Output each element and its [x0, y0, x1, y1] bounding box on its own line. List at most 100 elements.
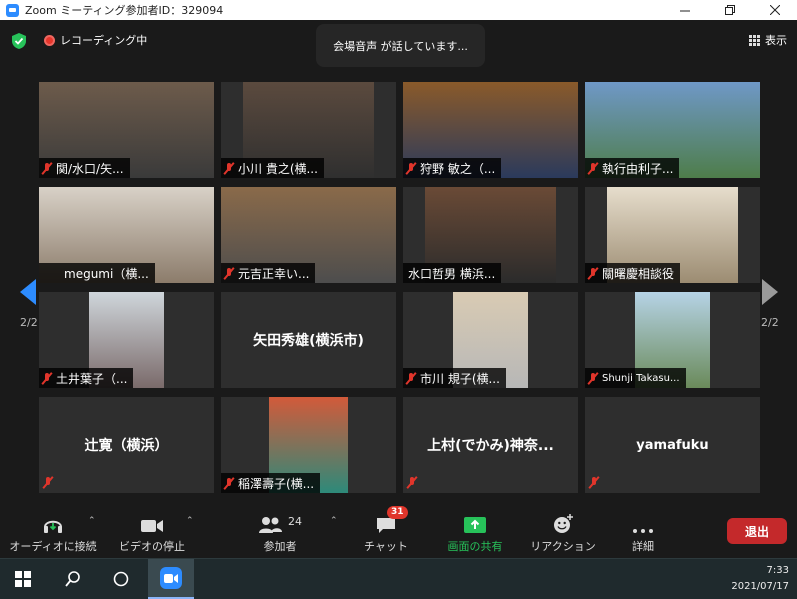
- minimize-button[interactable]: [662, 0, 707, 20]
- participant-name: 水口哲男 横浜...: [408, 266, 496, 281]
- participant-name-label: 稲澤壽子(横...: [221, 473, 321, 493]
- participant-tile[interactable]: megumi（横...: [39, 187, 214, 283]
- more-label: 詳細: [632, 540, 654, 553]
- minimize-icon: [679, 10, 690, 12]
- task-view-button[interactable]: [98, 559, 144, 599]
- stop-video-label: ビデオの停止: [119, 540, 185, 553]
- participant-tile[interactable]: 小川 貴之(横...: [221, 82, 396, 178]
- arrow-right-icon: [761, 278, 778, 305]
- participant-name-label: Shunji Takasu...: [585, 368, 686, 388]
- leave-meeting-button[interactable]: 退出: [727, 518, 787, 544]
- participant-tile[interactable]: 執行由利子...: [585, 82, 760, 178]
- participant-name: 関/水口/矢...: [56, 161, 124, 176]
- start-button[interactable]: [0, 559, 46, 599]
- participant-name-center: 上村(でかみ)神奈...: [427, 438, 554, 454]
- participant-tile[interactable]: 狩野 敏之（...: [403, 82, 578, 178]
- recording-indicator[interactable]: レコーディング中: [44, 32, 147, 48]
- more-button[interactable]: 詳細: [618, 512, 668, 554]
- participant-tile[interactable]: 関/水口/矢...: [39, 82, 214, 178]
- participant-name: 小川 貴之(横...: [238, 161, 318, 176]
- chat-button[interactable]: 31 チャット: [356, 506, 416, 554]
- system-clock[interactable]: 7:33 2021/07/17: [731, 563, 789, 595]
- mic-muted-icon: [224, 162, 234, 175]
- participant-name-label: 土井葉子（...: [39, 368, 134, 388]
- mic-muted-icon: [406, 162, 416, 175]
- windows-logo-icon: [15, 571, 31, 587]
- active-speaker-text: 会場音声 が話しています...: [333, 39, 468, 53]
- audio-options-caret-icon[interactable]: ⌃: [88, 516, 96, 526]
- close-icon: [769, 5, 780, 15]
- arrow-left-icon: [19, 278, 36, 305]
- active-speaker-banner: 会場音声 が話しています...: [316, 24, 485, 67]
- participant-name-center: 矢田秀雄(横浜市): [253, 333, 364, 349]
- participant-name: Shunji Takasu...: [602, 372, 680, 384]
- participant-name-label: 關曙慶相談役: [585, 263, 681, 283]
- restore-icon: [724, 5, 735, 15]
- view-button[interactable]: 表示: [749, 32, 787, 48]
- share-screen-icon: [464, 517, 486, 533]
- mic-muted-icon: [42, 162, 52, 175]
- mic-muted-icon: [588, 162, 598, 175]
- mic-muted-icon: [406, 372, 416, 385]
- participant-tile[interactable]: 稲澤壽子(横...: [221, 397, 396, 493]
- security-shield-icon[interactable]: [10, 32, 28, 50]
- participant-tile[interactable]: 辻寛（横浜）: [39, 397, 214, 493]
- more-dots-icon: [633, 529, 653, 533]
- participant-name-label: megumi（横...: [39, 263, 155, 283]
- participant-tile[interactable]: 上村(でかみ)神奈...: [403, 397, 578, 493]
- participant-name: 關曙慶相談役: [602, 266, 675, 281]
- video-options-caret-icon[interactable]: ⌃: [186, 516, 194, 526]
- share-screen-button[interactable]: 画面の共有: [438, 512, 512, 554]
- reactions-button[interactable]: リアクション: [528, 512, 598, 554]
- participant-name-center: 辻寛（横浜）: [84, 438, 169, 454]
- meeting-topbar: レコーディング中 会場音声 が話しています... 表示: [0, 20, 797, 67]
- share-screen-label: 画面の共有: [447, 540, 503, 553]
- participant-name-label: 市川 規子(横...: [403, 368, 506, 388]
- participant-tile[interactable]: yamafuku: [585, 397, 760, 493]
- mic-muted-icon: [588, 267, 598, 280]
- mic-muted-icon: [42, 372, 52, 385]
- participants-icon: [259, 517, 282, 533]
- smiley-reaction-icon: [554, 514, 573, 533]
- maximize-button[interactable]: [707, 0, 752, 20]
- view-label: 表示: [765, 34, 787, 47]
- meeting-area: レコーディング中 会場音声 が話しています... 表示 2/2 2/2 関/水口…: [0, 20, 797, 558]
- participant-name-label: 関/水口/矢...: [39, 158, 130, 178]
- mic-muted-icon: [588, 372, 598, 385]
- participant-name-label: 水口哲男 横浜...: [403, 263, 502, 283]
- grid-view-icon: [749, 34, 760, 46]
- participant-tile[interactable]: 水口哲男 横浜...: [403, 187, 578, 283]
- page-indicator-left: 2/2: [20, 316, 38, 329]
- chat-label: チャット: [364, 540, 408, 553]
- task-view-icon: [113, 571, 129, 587]
- search-button[interactable]: [50, 559, 96, 599]
- participant-tile[interactable]: Shunji Takasu...: [585, 292, 760, 388]
- participants-button[interactable]: 24 参加者: [250, 512, 310, 554]
- participant-tile[interactable]: 元吉正幸い...: [221, 187, 396, 283]
- window-controls: [662, 0, 797, 20]
- join-audio-button[interactable]: オーディオに接続: [8, 512, 98, 554]
- participant-tile[interactable]: 市川 規子(横...: [403, 292, 578, 388]
- close-button[interactable]: [752, 0, 797, 20]
- participant-name: 元吉正幸い...: [238, 266, 310, 281]
- clock-date: 2021/07/17: [731, 581, 789, 592]
- participants-options-caret-icon[interactable]: ⌃: [330, 516, 338, 526]
- participant-name-label: 狩野 敏之（...: [403, 158, 502, 178]
- participant-name: 狩野 敏之（...: [420, 161, 496, 176]
- mic-muted-icon: [43, 476, 53, 489]
- participant-tile[interactable]: 關曙慶相談役: [585, 187, 760, 283]
- participant-name-center: yamafuku: [636, 437, 709, 453]
- page-indicator-right: 2/2: [761, 316, 779, 329]
- mic-muted-icon: [589, 476, 599, 489]
- stop-video-button[interactable]: ビデオの停止: [112, 512, 192, 554]
- reactions-label: リアクション: [530, 540, 596, 553]
- participant-name-label: 執行由利子...: [585, 158, 680, 178]
- taskbar-zoom-app[interactable]: [148, 559, 194, 599]
- meeting-toolbar: オーディオに接続 ⌃ ビデオの停止 ⌃ 24 参加者 ⌃ 31 チャット 画面の…: [0, 506, 797, 558]
- headphones-icon: [42, 512, 64, 534]
- participant-name: 執行由利子...: [602, 161, 674, 176]
- window-titlebar: Zoom ミーティング参加者ID：329094: [0, 0, 797, 20]
- participant-tile[interactable]: 土井葉子（...: [39, 292, 214, 388]
- mic-muted-icon: [407, 476, 417, 489]
- participant-tile[interactable]: 矢田秀雄(横浜市): [221, 292, 396, 388]
